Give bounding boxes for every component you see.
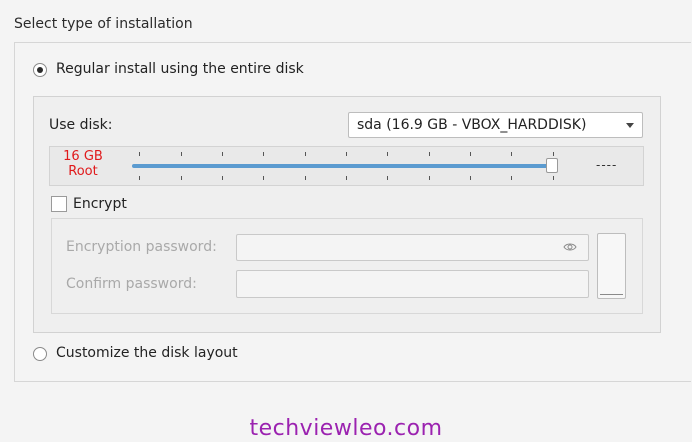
- encryption-password-field[interactable]: [236, 234, 589, 261]
- partition-size-label: 16 GB Root: [58, 149, 108, 179]
- slider-tick: [511, 152, 512, 156]
- partition-slider-track[interactable]: [132, 164, 554, 168]
- regular-install-label[interactable]: Regular install using the entire disk: [56, 61, 304, 77]
- encrypt-checkbox[interactable]: [51, 196, 67, 212]
- confirm-password-label: Confirm password:: [66, 276, 197, 292]
- section-title: Select type of installation: [14, 16, 193, 32]
- slider-tick: [263, 152, 264, 156]
- disk-select[interactable]: sda (16.9 GB - VBOX_HARDDISK): [348, 112, 643, 138]
- chevron-down-icon: [626, 123, 634, 128]
- slider-tick: [222, 176, 223, 180]
- slider-tick: [181, 152, 182, 156]
- slider-tick: [470, 176, 471, 180]
- slider-tick: [511, 176, 512, 180]
- slider-tick: [305, 176, 306, 180]
- use-disk-label: Use disk:: [49, 117, 113, 133]
- slider-tick: [387, 152, 388, 156]
- partition-mount-label: Root: [68, 164, 98, 179]
- customize-layout-label[interactable]: Customize the disk layout: [56, 345, 238, 361]
- watermark-text: techviewleo.com: [249, 416, 443, 441]
- slider-tick: [305, 152, 306, 156]
- slider-tick: [346, 176, 347, 180]
- password-strength-indicator: [597, 233, 626, 299]
- encryption-password-label: Encryption password:: [66, 239, 217, 255]
- customize-layout-radio[interactable]: [33, 347, 47, 361]
- encryption-group: [51, 218, 643, 314]
- remaining-space-label: ----: [596, 158, 618, 172]
- slider-tick: [263, 176, 264, 180]
- disk-select-value: sda (16.9 GB - VBOX_HARDDISK): [357, 117, 587, 133]
- slider-tick: [429, 152, 430, 156]
- confirm-password-field[interactable]: [236, 270, 589, 298]
- slider-tick: [181, 176, 182, 180]
- slider-tick: [222, 152, 223, 156]
- encrypt-label[interactable]: Encrypt: [73, 196, 127, 212]
- partition-size-value: 16 GB: [63, 149, 103, 164]
- slider-tick: [139, 152, 140, 156]
- slider-tick: [470, 152, 471, 156]
- slider-tick: [553, 152, 554, 156]
- slider-tick: [387, 176, 388, 180]
- slider-tick: [346, 152, 347, 156]
- slider-tick: [139, 176, 140, 180]
- eye-icon[interactable]: [563, 240, 577, 254]
- slider-tick: [429, 176, 430, 180]
- slider-tick: [553, 176, 554, 180]
- regular-install-radio[interactable]: [33, 63, 47, 77]
- partition-slider-handle[interactable]: [546, 158, 558, 173]
